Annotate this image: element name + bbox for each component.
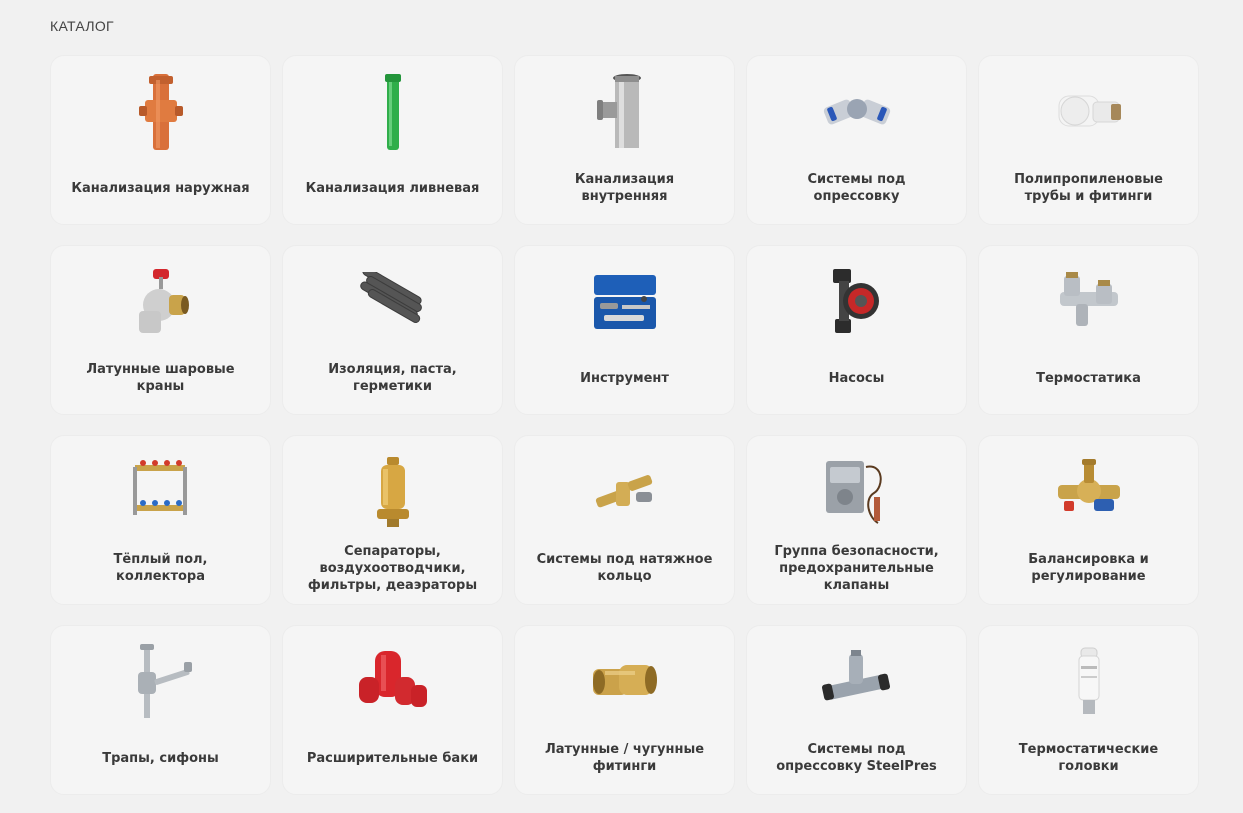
catalog-card[interactable]: Изоляция, паста, герметики: [282, 245, 503, 415]
catalog-card-label-line: Канализация ливневая: [305, 180, 480, 196]
catalog-card[interactable]: Системы под опрессовку SteelPres: [746, 625, 967, 795]
catalog-card-label-line: Группа безопасности,: [774, 543, 939, 559]
catalog-card[interactable]: Насосы: [746, 245, 967, 415]
chrome-siphon-icon: [51, 640, 270, 724]
green-storm-pipe-icon: [283, 70, 502, 154]
brass-compression-fittings-icon: [515, 450, 734, 534]
catalog-card-label-line: Латунные шаровые: [86, 362, 235, 377]
catalog-card[interactable]: Балансировка и регулирование: [978, 435, 1199, 605]
orange-sewer-pipe-icon: [51, 70, 270, 154]
page-title: КАТАЛОГ: [50, 18, 114, 34]
catalog-card-label: Насосы: [759, 346, 954, 410]
catalog-card-label-line: Тёплый пол,: [113, 552, 208, 567]
catalog-card-label-line: Сепараторы,: [344, 543, 441, 559]
catalog-card[interactable]: Расширительные баки: [282, 625, 503, 795]
thermostatic-valves-icon: [979, 260, 1198, 344]
safety-thermostat-icon: [747, 450, 966, 534]
catalog-card-label-line: воздухоотводчики,: [319, 560, 466, 576]
catalog-card[interactable]: Канализация ливневая: [282, 55, 503, 225]
catalog-card-label-line: краны: [136, 379, 185, 394]
catalog-card-label-line: Расширительные баки: [306, 750, 479, 766]
floor-manifold-icon: [51, 450, 270, 534]
catalog-card-label-line: Системы под: [807, 172, 906, 187]
catalog-card-label: Балансировка и регулирование: [991, 536, 1186, 600]
catalog-card-label-line: фильтры, деаэраторы: [307, 577, 478, 593]
catalog-card-label: Термостатические головки: [991, 726, 1186, 790]
catalog-card-label-line: Трапы, сифоны: [102, 750, 219, 766]
red-expansion-tanks-icon: [283, 640, 502, 724]
brass-separator-icon: [283, 450, 502, 534]
grey-tee-pipe-icon: [515, 70, 734, 154]
catalog-card-label-line: герметики: [353, 379, 432, 394]
catalog-card[interactable]: Тёплый пол, коллектора: [50, 435, 271, 605]
catalog-card[interactable]: Латунные / чугунные фитинги: [514, 625, 735, 795]
catalog-card-label: Латунные шаровые краны: [63, 346, 258, 410]
catalog-card-label: Тёплый пол, коллектора: [63, 536, 258, 600]
catalog-card[interactable]: Латунные шаровые краны: [50, 245, 271, 415]
catalog-card-label-line: кольцо: [597, 569, 652, 584]
catalog-card-label: Системы под опрессовку: [759, 156, 954, 220]
catalog-card-label-line: регулирование: [1031, 569, 1146, 584]
catalog-card[interactable]: Группа безопасности, предохранительные кла…: [746, 435, 967, 605]
catalog-card-label-line: Изоляция, паста,: [328, 362, 457, 377]
catalog-card-label-line: Полипропиленовые: [1014, 172, 1163, 187]
press-elbow-fitting-icon: [747, 70, 966, 154]
catalog-card-label-line: предохранительные: [779, 560, 934, 576]
catalog-card-label-line: клапаны: [823, 577, 890, 593]
catalog-card-label-line: Термостатические: [1018, 742, 1159, 757]
catalog-card-label: Канализация наружная: [63, 156, 258, 220]
catalog-card[interactable]: Термостатика: [978, 245, 1199, 415]
catalog-card-label: Расширительные баки: [295, 726, 490, 790]
catalog-card[interactable]: Термостатические головки: [978, 625, 1199, 795]
insulation-tubes-icon: [283, 260, 502, 344]
catalog-card-label-line: опрессовку SteelPres: [776, 759, 937, 774]
white-pp-fitting-icon: [979, 70, 1198, 154]
catalog-card[interactable]: Инструмент: [514, 245, 735, 415]
catalog-card-label-line: Термостатика: [1036, 370, 1141, 386]
catalog-card-label-line: Балансировка и: [1028, 552, 1149, 567]
balancing-valve-icon: [979, 450, 1198, 534]
catalog-card-label-line: Системы под натяжное: [536, 552, 713, 567]
catalog-card[interactable]: Системы под натяжное кольцо: [514, 435, 735, 605]
brass-ball-valve-icon: [51, 260, 270, 344]
catalog-card-label: Системы под опрессовку SteelPres: [759, 726, 954, 790]
catalog-card[interactable]: Полипропиленовые трубы и фитинги: [978, 55, 1199, 225]
catalog-card-label: Трапы, сифоны: [63, 726, 258, 790]
brass-elbow-icon: [515, 640, 734, 724]
catalog-card-label-line: фитинги: [592, 759, 657, 774]
catalog-card-label: Инструмент: [527, 346, 722, 410]
catalog-card-label-line: опрессовку: [813, 189, 900, 204]
steel-press-tee-icon: [747, 640, 966, 724]
catalog-card-label-line: внутренняя: [581, 189, 668, 204]
catalog-card-label: Канализация внутренняя: [527, 156, 722, 220]
catalog-card[interactable]: Канализация внутренняя: [514, 55, 735, 225]
catalog-grid: Канализация наружная Канализация ливнева…: [50, 55, 1199, 795]
catalog-card-label: Сепараторы, воздухоотводчики, фильтры, деа…: [295, 536, 490, 600]
catalog-card-label-line: коллектора: [116, 569, 205, 584]
catalog-card-label-line: головки: [1058, 759, 1119, 774]
circulation-pump-icon: [747, 260, 966, 344]
catalog-card-label-line: Канализация: [574, 172, 675, 187]
catalog-card-label-line: Системы под: [807, 742, 906, 757]
catalog-card[interactable]: Канализация наружная: [50, 55, 271, 225]
catalog-card-label-line: трубы и фитинги: [1024, 189, 1153, 204]
catalog-card[interactable]: Сепараторы, воздухоотводчики, фильтры, деа…: [282, 435, 503, 605]
tool-case-icon: [515, 260, 734, 344]
catalog-card-label-line: Латунные / чугунные: [544, 742, 705, 757]
catalog-card-label: Полипропиленовые трубы и фитинги: [991, 156, 1186, 220]
catalog-card[interactable]: Системы под опрессовку: [746, 55, 967, 225]
catalog-card-label: Термостатика: [991, 346, 1186, 410]
catalog-card-label: Изоляция, паста, герметики: [295, 346, 490, 410]
catalog-card-label-line: Инструмент: [580, 370, 669, 386]
catalog-page: КАТАЛОГ Канализация наружная Канализация…: [0, 0, 1243, 813]
catalog-card-label-line: Насосы: [828, 370, 885, 386]
catalog-card-label: Группа безопасности, предохранительные кла…: [759, 536, 954, 600]
thermostatic-head-icon: [979, 640, 1198, 724]
catalog-card-label: Латунные / чугунные фитинги: [527, 726, 722, 790]
catalog-card-label-line: Канализация наружная: [71, 180, 250, 196]
catalog-card-label: Канализация ливневая: [295, 156, 490, 220]
catalog-card[interactable]: Трапы, сифоны: [50, 625, 271, 795]
catalog-card-label: Системы под натяжное кольцо: [527, 536, 722, 600]
